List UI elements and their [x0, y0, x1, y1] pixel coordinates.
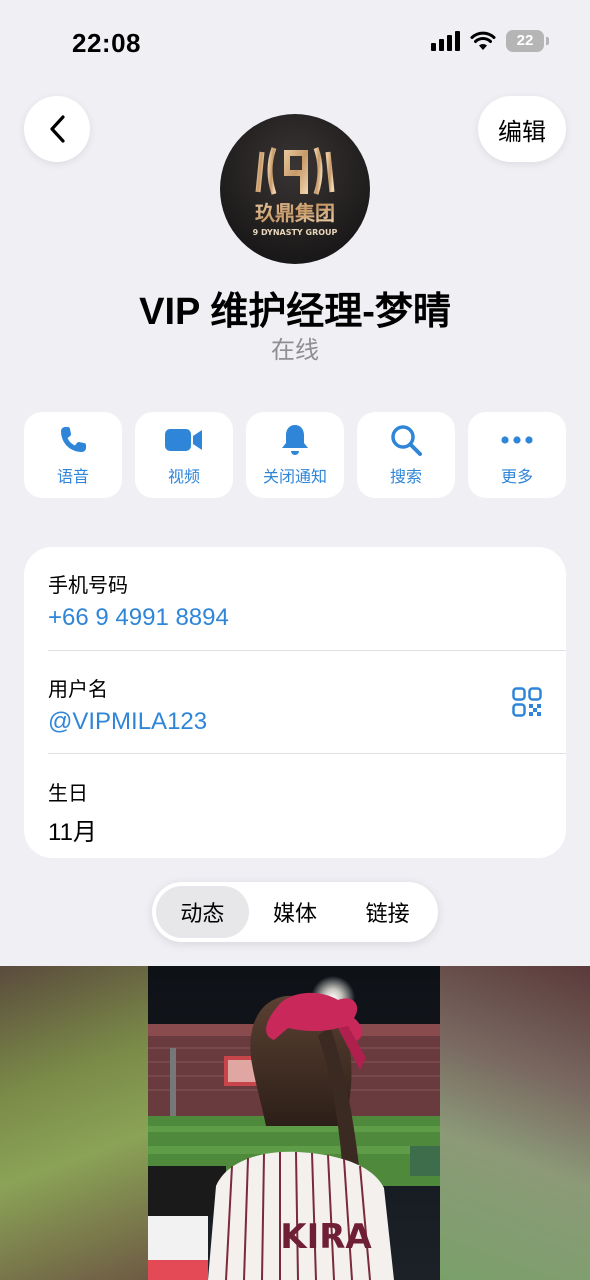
- media-tabs: 动态 媒体 链接: [152, 882, 438, 942]
- more-label: 更多: [500, 469, 533, 486]
- story-photo[interactable]: KIRA: [148, 966, 440, 1280]
- edit-button[interactable]: 编辑: [478, 96, 566, 162]
- logo-text: 玖鼎集团: [255, 201, 335, 225]
- chevron-left-icon: [50, 115, 65, 143]
- username-row[interactable]: 用户名 @VIPMILA123: [48, 673, 542, 736]
- bell-icon: [282, 425, 308, 455]
- username-title: 用户名: [48, 679, 108, 701]
- jersey-text: KIRA: [280, 1217, 372, 1257]
- search-button[interactable]: 搜索: [357, 412, 455, 498]
- divider: [48, 650, 566, 651]
- search-label: 搜索: [389, 469, 422, 486]
- birthday-row: 生日 11月: [48, 777, 542, 847]
- qr-code-icon[interactable]: [512, 687, 542, 717]
- phone-value[interactable]: +66 9 4991 8894: [48, 604, 542, 632]
- more-button[interactable]: 更多: [468, 412, 566, 498]
- battery-icon: 22: [506, 30, 549, 52]
- video-call-button[interactable]: 视频: [135, 412, 233, 498]
- phone-icon: [61, 427, 86, 452]
- voice-call-button[interactable]: 语音: [24, 412, 122, 498]
- username-value[interactable]: @VIPMILA123: [48, 708, 542, 736]
- blurred-background-left: [0, 966, 148, 1280]
- blurred-background-right: [440, 966, 590, 1280]
- company-logo: 玖鼎集团 9 DYNASTY GROUP: [253, 147, 338, 237]
- avatar[interactable]: 玖鼎集团 9 DYNASTY GROUP: [220, 114, 370, 264]
- phone-row[interactable]: 手机号码 +66 9 4991 8894: [48, 569, 542, 632]
- divider: [48, 753, 566, 754]
- video-call-label: 视频: [167, 469, 200, 486]
- more-icon: [501, 436, 533, 444]
- phone-title: 手机号码: [48, 575, 128, 597]
- tab-posts[interactable]: 动态: [156, 886, 249, 938]
- profile-name: VIP 维护经理-梦晴: [139, 291, 451, 333]
- back-button[interactable]: [24, 96, 90, 162]
- video-icon: [165, 429, 202, 451]
- tab-media[interactable]: 媒体: [249, 886, 342, 938]
- logo-subtext: 9 DYNASTY GROUP: [253, 228, 338, 237]
- status-bar: 22:08 22: [0, 0, 590, 90]
- mute-notifications-button[interactable]: 关闭通知: [246, 412, 344, 498]
- status-icons: 22: [431, 30, 549, 52]
- tab-links[interactable]: 链接: [341, 886, 434, 938]
- action-bar: 语音 视频 关闭通知 搜索 更多: [24, 412, 566, 498]
- status-time: 22:08: [72, 28, 141, 58]
- info-card: 手机号码 +66 9 4991 8894 用户名 @VIPMILA123 生日 …: [24, 547, 566, 858]
- mute-notifications-label: 关闭通知: [262, 469, 327, 486]
- story-preview[interactable]: KIRA: [0, 966, 590, 1280]
- presence-status: 在线: [271, 337, 319, 364]
- search-icon: [391, 425, 422, 456]
- birthday-value: 11月: [48, 819, 97, 846]
- cellular-signal-icon: [431, 31, 460, 51]
- baseball-stadium-photo: KIRA: [148, 966, 440, 1280]
- voice-call-label: 语音: [56, 469, 89, 486]
- birthday-title: 生日: [48, 783, 88, 805]
- wifi-icon: [470, 31, 496, 50]
